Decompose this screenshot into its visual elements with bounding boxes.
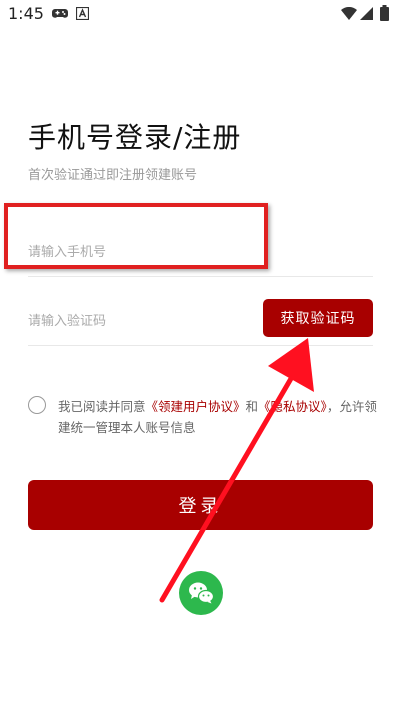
get-code-button[interactable]: 获取验证码 [263, 299, 373, 337]
wifi-icon [341, 7, 357, 20]
privacy-agreement-link[interactable]: 《隐私协议》 [258, 399, 327, 414]
battery-icon [380, 5, 389, 21]
page-title: 手机号登录/注册 [28, 121, 242, 154]
agreement-and: 和 [245, 399, 259, 414]
wechat-login-button[interactable] [179, 571, 223, 615]
agreement-text: 我已阅读并同意《领建用户协议》和《隐私协议》，允许领建统一管理本人账号信息 [58, 396, 378, 438]
user-agreement-link[interactable]: 《领建用户协议》 [146, 399, 246, 414]
status-time: 1:45 [8, 4, 44, 23]
login-button[interactable]: 登录 [28, 480, 373, 530]
phone-input-highlight-box [4, 203, 268, 269]
code-underline [28, 345, 373, 346]
status-bar: 1:45 [0, 0, 400, 28]
signal-icon [360, 7, 373, 20]
agreement-prefix: 我已阅读并同意 [58, 399, 146, 414]
a-box-icon [76, 7, 89, 20]
gamepad-icon [52, 9, 68, 18]
code-input[interactable] [28, 310, 248, 332]
page-subtitle: 首次验证通过即注册领建账号 [28, 168, 198, 183]
agreement-checkbox[interactable] [28, 396, 46, 414]
wechat-icon [189, 582, 215, 604]
phone-underline [28, 276, 373, 277]
